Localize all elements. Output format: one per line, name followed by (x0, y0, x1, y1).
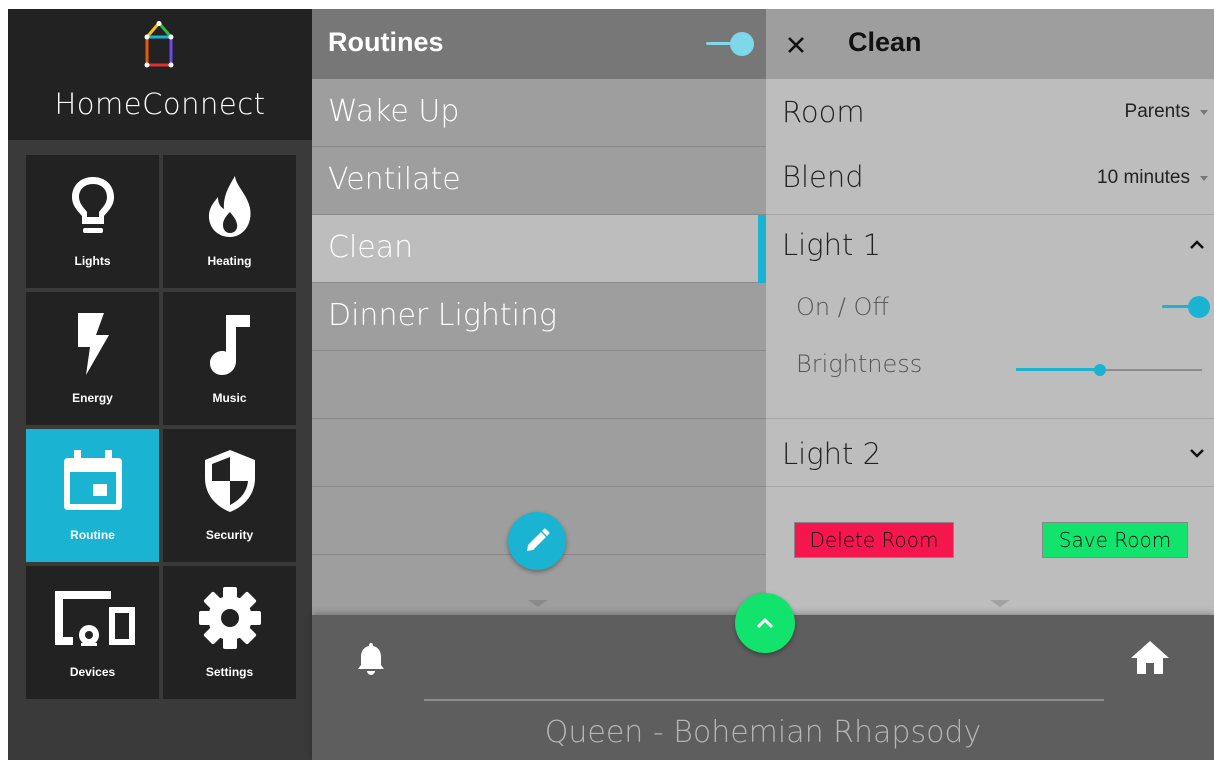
save-room-button[interactable]: Save Room (1042, 522, 1188, 558)
routine-label: Clean (328, 230, 414, 265)
routine-item-wake-up[interactable]: Wake Up (312, 79, 766, 147)
close-icon (788, 37, 804, 53)
toggle-knob (1188, 296, 1210, 318)
lightbulb-icon (71, 177, 114, 233)
dropdown-caret-icon (1200, 109, 1208, 115)
blend-dropdown[interactable]: 10 minutes (1097, 167, 1208, 189)
chevron-up-icon[interactable] (1188, 239, 1206, 251)
gear-icon (198, 587, 261, 649)
routine-empty-row (312, 351, 766, 419)
routine-item-ventilate[interactable]: Ventilate (312, 147, 766, 215)
nav-tile-routine[interactable]: Routine (26, 429, 159, 562)
chevron-down-icon[interactable] (1188, 447, 1206, 459)
delete-room-button[interactable]: Delete Room (794, 522, 954, 558)
detail-header: Clean (766, 9, 1214, 79)
bell-icon[interactable] (356, 641, 386, 675)
routine-label: Dinner Lighting (328, 298, 557, 333)
music-note-icon (209, 315, 250, 375)
room-value: Parents (1124, 101, 1190, 122)
blend-label: Blend (782, 160, 864, 194)
nav-label: Heating (207, 254, 252, 268)
nav-label: Security (205, 528, 254, 542)
light2-label: Light 2 (782, 437, 882, 471)
nav-label: Lights (74, 254, 111, 268)
nav-tile-security[interactable]: Security (163, 429, 296, 562)
dropdown-caret-icon (1200, 175, 1208, 181)
routines-toggle[interactable] (706, 31, 754, 57)
sidebar: HomeConnect Lights Heating Energy Music … (8, 9, 312, 760)
scroll-down-icon[interactable] (528, 600, 548, 607)
nav-label: Routine (70, 528, 115, 542)
brightness-slider[interactable] (1016, 364, 1202, 376)
toggle-knob (730, 32, 754, 56)
nav-tile-energy[interactable]: Energy (26, 292, 159, 425)
nav-tile-lights[interactable]: Lights (26, 155, 159, 288)
routine-label: Ventilate (328, 162, 461, 197)
now-playing-text: Queen - Bohemian Rhapsody (544, 715, 982, 750)
routines-title: Routines (328, 27, 444, 57)
house-logo-icon (144, 21, 174, 68)
routine-label: Wake Up (328, 94, 460, 129)
home-icon[interactable] (1130, 639, 1170, 675)
flame-icon (208, 176, 251, 237)
app-frame: HomeConnect Lights Heating Energy Music … (8, 9, 1214, 760)
onoff-label: On / Off (796, 293, 889, 321)
sidebar-header: HomeConnect (8, 9, 312, 140)
nav-tile-music[interactable]: Music (163, 292, 296, 425)
room-dropdown[interactable]: Parents (1125, 101, 1208, 123)
nav-tile-settings[interactable]: Settings (163, 566, 296, 699)
lightning-icon (77, 313, 109, 375)
nav-label: Settings (205, 665, 254, 679)
nav-tile-devices[interactable]: Devices (26, 566, 159, 699)
expand-up-button[interactable] (735, 593, 795, 653)
devices-icon (54, 591, 135, 646)
brightness-label: Brightness (796, 350, 923, 378)
room-label: Room (782, 95, 865, 129)
slider-knob[interactable] (1093, 364, 1106, 376)
selected-marker (758, 215, 766, 283)
divider (766, 486, 1214, 487)
routine-empty-row (312, 419, 766, 487)
divider (766, 418, 1214, 419)
nav-label: Devices (69, 665, 116, 679)
routine-item-dinner-lighting[interactable]: Dinner Lighting (312, 283, 766, 351)
chevron-up-icon (756, 617, 774, 629)
detail-title: Clean (848, 27, 922, 57)
scroll-down-icon[interactable] (990, 600, 1010, 607)
edit-routine-button[interactable] (508, 512, 566, 570)
routine-item-clean[interactable]: Clean (312, 215, 766, 283)
light1-onoff-toggle[interactable] (1162, 294, 1210, 320)
nav-tile-heating[interactable]: Heating (163, 155, 296, 288)
calendar-icon (63, 450, 122, 510)
close-button[interactable] (782, 31, 810, 59)
nav-label: Music (212, 391, 247, 405)
light1-label: Light 1 (782, 228, 882, 262)
routines-panel: Routines Wake Up Ventilate Clean Dinner … (312, 9, 766, 615)
brand-name: HomeConnect (54, 87, 266, 121)
routines-header: Routines (312, 9, 766, 79)
slider-fill (1016, 368, 1100, 371)
routine-detail-panel: Clean Room Parents Blend 10 minutes Ligh… (766, 9, 1214, 615)
nav-label: Energy (72, 391, 113, 405)
pencil-icon (527, 528, 550, 551)
blend-value: 10 minutes (1097, 167, 1190, 188)
divider (766, 214, 1214, 215)
shield-icon (204, 450, 255, 512)
track-progress-line[interactable] (424, 699, 1104, 701)
